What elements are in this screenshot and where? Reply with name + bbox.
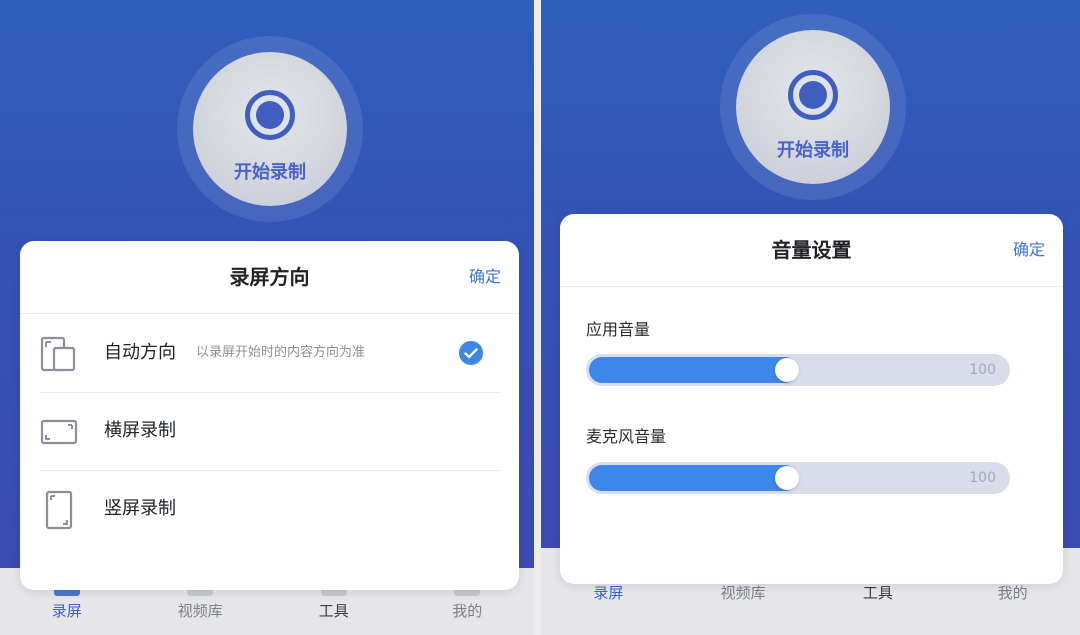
sheet-header: 录屏方向 确定 xyxy=(20,241,519,314)
start-record-button[interactable]: 开始录制 xyxy=(193,52,347,206)
landscape-icon xyxy=(40,419,78,445)
selected-check-icon xyxy=(459,341,483,365)
auto-orientation-icon xyxy=(40,336,76,372)
app-volume-slider[interactable]: 100 xyxy=(586,354,1010,386)
sheet-title: 录屏方向 xyxy=(229,265,310,289)
sheet-title: 音量设置 xyxy=(771,238,852,262)
option-auto-orientation[interactable]: 自动方向 以录屏开始时的内容方向为准 xyxy=(40,314,501,393)
confirm-button[interactable]: 确定 xyxy=(469,241,501,313)
start-record-label: 开始录制 xyxy=(777,140,849,161)
start-record-button[interactable]: 开始录制 xyxy=(736,30,890,184)
volume-sheet: 音量设置 确定 应用音量 100 麦克风音量 100 xyxy=(560,214,1063,584)
confirm-button[interactable]: 确定 xyxy=(1013,214,1045,286)
option-landscape[interactable]: 横屏录制 xyxy=(40,392,501,471)
portrait-icon xyxy=(45,490,73,530)
record-icon xyxy=(788,70,838,120)
slider-fill xyxy=(589,465,798,491)
start-record-label: 开始录制 xyxy=(234,162,306,183)
option-label: 横屏录制 xyxy=(104,420,176,441)
app-volume-label: 应用音量 xyxy=(586,320,651,339)
orientation-sheet: 录屏方向 确定 自动方向 以录屏开始时的内容方向为准 横屏录制 竖屏录制 xyxy=(20,241,519,590)
slider-max-value: 100 xyxy=(969,362,996,378)
option-label: 自动方向 xyxy=(104,342,176,363)
screen-divider xyxy=(534,0,541,635)
slider-fill xyxy=(589,357,798,383)
screen-volume: 开始录制 录屏 视频库 工具 我的 音量设置 确定 应用音量 100 麦克风音量 xyxy=(541,0,1080,635)
record-icon xyxy=(245,90,295,140)
option-description: 以录屏开始时的内容方向为准 xyxy=(196,345,366,360)
slider-thumb[interactable] xyxy=(775,466,799,490)
sheet-header: 音量设置 确定 xyxy=(560,214,1063,287)
mic-volume-slider[interactable]: 100 xyxy=(586,462,1010,494)
slider-max-value: 100 xyxy=(969,470,996,486)
option-portrait[interactable]: 竖屏录制 xyxy=(40,470,501,548)
option-label: 竖屏录制 xyxy=(104,498,176,519)
screen-orientation: 开始录制 录屏 视频库 工具 我的 录屏方向 确定 自动方向 以录屏开始时的内容… xyxy=(0,0,534,635)
mic-volume-label: 麦克风音量 xyxy=(586,427,667,446)
slider-thumb[interactable] xyxy=(775,358,799,382)
